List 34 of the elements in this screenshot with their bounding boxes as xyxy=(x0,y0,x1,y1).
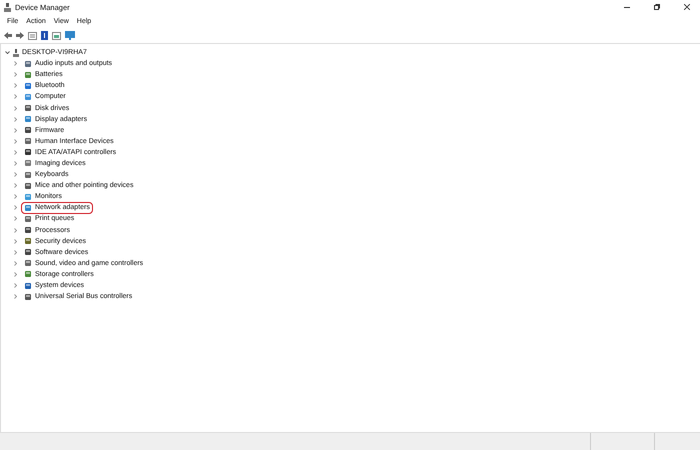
app-icon xyxy=(4,2,11,12)
expand-icon[interactable] xyxy=(13,150,18,155)
close-icon[interactable] xyxy=(684,4,690,10)
expand-icon[interactable] xyxy=(13,228,18,233)
expand-icon[interactable] xyxy=(13,205,18,210)
expand-icon[interactable] xyxy=(13,283,18,288)
expand-icon[interactable] xyxy=(13,116,18,122)
collapse-icon[interactable] xyxy=(5,50,10,56)
expand-icon[interactable] xyxy=(13,260,18,266)
expand-icon[interactable] xyxy=(13,250,18,255)
expand-icon[interactable] xyxy=(13,94,18,100)
expand-icon[interactable] xyxy=(13,183,18,188)
forward-icon[interactable] xyxy=(16,32,24,39)
expand-icon[interactable] xyxy=(13,216,18,222)
restore-icon[interactable] xyxy=(654,4,660,10)
monitor-icon[interactable] xyxy=(65,31,75,40)
expand-icon[interactable] xyxy=(13,106,18,111)
expand-icon[interactable] xyxy=(13,83,18,88)
help-icon[interactable] xyxy=(41,31,48,40)
computer-icon xyxy=(13,48,19,57)
expand-icon[interactable] xyxy=(13,128,18,133)
properties-icon[interactable] xyxy=(28,32,37,40)
expand-icon[interactable] xyxy=(13,138,18,144)
expand-icon[interactable] xyxy=(13,194,18,200)
expand-icon[interactable] xyxy=(13,238,18,244)
expand-icon[interactable] xyxy=(13,61,18,66)
update-driver-icon[interactable] xyxy=(52,32,61,40)
expand-icon[interactable] xyxy=(13,272,18,277)
expand-icon[interactable] xyxy=(13,172,18,178)
expand-icon[interactable] xyxy=(13,160,18,166)
expand-icon[interactable] xyxy=(13,72,18,78)
expand-icon[interactable] xyxy=(13,294,18,300)
back-icon[interactable] xyxy=(4,32,12,39)
minimize-icon[interactable] xyxy=(624,6,630,8)
